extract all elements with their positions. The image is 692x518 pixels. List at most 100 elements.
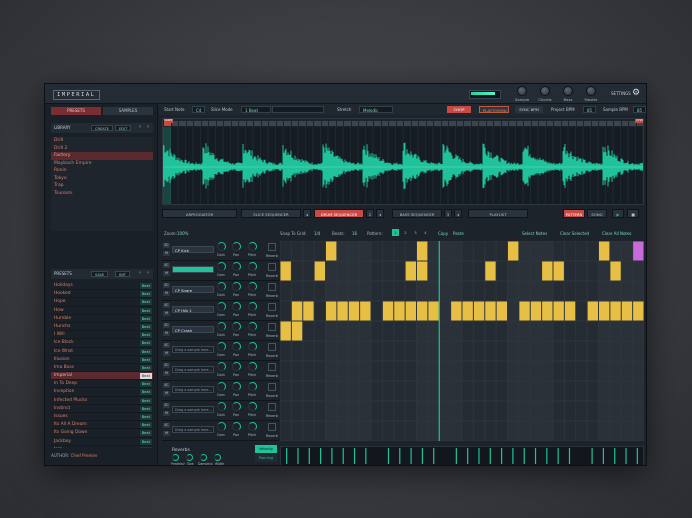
note-cell[interactable]: [542, 341, 553, 361]
note-cell[interactable]: [439, 381, 451, 401]
note-cell[interactable]: [621, 381, 633, 401]
note-cell[interactable]: [314, 401, 325, 421]
note-cell[interactable]: [564, 421, 576, 441]
velocity-bar[interactable]: [534, 448, 537, 464]
note-cell[interactable]: [348, 261, 360, 281]
library-item[interactable]: Trap: [51, 182, 153, 190]
library-item[interactable]: Tsunami: [51, 190, 153, 198]
note-cell[interactable]: [576, 381, 587, 401]
pattern-1-button[interactable]: 1: [392, 229, 399, 236]
preset-item[interactable]: I Will Beat: [51, 331, 153, 340]
note-cell[interactable]: [462, 241, 473, 261]
note-cell[interactable]: [405, 241, 416, 261]
velocity-bar[interactable]: [478, 448, 480, 464]
note-cell[interactable]: [576, 341, 587, 361]
slice-marker[interactable]: [576, 121, 583, 126]
tab-bass-sequencer[interactable]: BASS SEQUENCER: [392, 209, 442, 218]
note-cell[interactable]: [576, 301, 587, 321]
preset-item[interactable]: In To Deep Beat: [51, 380, 153, 389]
slice-marker[interactable]: [269, 121, 276, 126]
slice-marker[interactable]: [306, 121, 313, 126]
slice-marker[interactable]: [246, 121, 253, 126]
note-cell[interactable]: [633, 261, 644, 281]
tab-slice-sequencer[interactable]: SLICE SEQUENCER: [241, 209, 301, 218]
note-cell[interactable]: [439, 301, 451, 321]
note-cell[interactable]: [291, 241, 303, 261]
note-cell[interactable]: [610, 401, 621, 421]
preset-item[interactable]: Its All A Dream Beat: [51, 421, 153, 430]
solo-button[interactable]: SC: [163, 403, 170, 408]
note-cell[interactable]: [587, 421, 598, 441]
slice-mode-select[interactable]: 1 Beat: [241, 106, 271, 113]
slice-marker[interactable]: [359, 121, 366, 126]
slice-marker[interactable]: [426, 121, 433, 126]
preset-item[interactable]: Hope Beat: [51, 298, 153, 307]
note-cell[interactable]: [337, 261, 348, 281]
note-cell[interactable]: [291, 261, 303, 281]
note-cell[interactable]: [417, 281, 428, 301]
note-cell-on[interactable]: [382, 301, 394, 321]
slice-marker[interactable]: [201, 121, 208, 126]
note-cell[interactable]: [496, 261, 507, 281]
velocity-bar[interactable]: [387, 448, 390, 464]
note-cell-on[interactable]: [428, 301, 439, 321]
note-cell[interactable]: [599, 261, 610, 281]
sample-slot[interactable]: CP Crash: [172, 326, 214, 333]
velocity-bar[interactable]: [523, 448, 525, 464]
slice-marker[interactable]: [291, 121, 298, 126]
gain-knob[interactable]: [217, 382, 226, 391]
velocity-bar[interactable]: [297, 448, 299, 464]
note-cell[interactable]: [360, 261, 371, 281]
note-cell-on[interactable]: [621, 301, 633, 321]
library-edit-button[interactable]: EDIT: [115, 124, 132, 131]
note-cell[interactable]: [485, 341, 496, 361]
sample-slot[interactable]: Drag a sample here...: [172, 426, 214, 433]
drum-number[interactable]: 2: [366, 209, 374, 218]
note-cell[interactable]: [473, 341, 485, 361]
note-cell[interactable]: [587, 341, 598, 361]
velocity-bar[interactable]: [365, 448, 367, 464]
note-cell[interactable]: [542, 401, 553, 421]
select-notes-button[interactable]: Select Notes: [522, 231, 547, 236]
note-cell[interactable]: [451, 261, 462, 281]
slice-marker[interactable]: [329, 121, 336, 126]
tab-samples[interactable]: SAMPLES: [103, 107, 153, 115]
slice-marker[interactable]: [351, 121, 358, 126]
note-cell-on[interactable]: [326, 301, 337, 321]
solo-button[interactable]: SC: [163, 363, 170, 368]
note-cell[interactable]: [553, 341, 564, 361]
pattern-4-button[interactable]: 4: [422, 229, 429, 236]
note-cell[interactable]: [633, 381, 644, 401]
note-cell[interactable]: [371, 381, 382, 401]
velocity-bar[interactable]: [546, 448, 548, 464]
gain-knob[interactable]: [217, 302, 226, 311]
note-cell[interactable]: [553, 241, 564, 261]
note-cell[interactable]: [348, 281, 360, 301]
note-cell[interactable]: [462, 321, 473, 341]
note-cell[interactable]: [360, 321, 371, 341]
velocity-bar[interactable]: [342, 448, 344, 464]
note-cell-on[interactable]: [280, 261, 291, 281]
note-cell[interactable]: [519, 381, 530, 401]
note-cell[interactable]: [382, 361, 394, 381]
pitch-knob[interactable]: [248, 342, 257, 351]
speaker-icon[interactable]: ◂: [376, 209, 384, 218]
predelay-knob[interactable]: [172, 454, 179, 461]
gain-knob[interactable]: [217, 242, 226, 251]
note-cell-on[interactable]: [485, 301, 496, 321]
note-cell[interactable]: [303, 321, 314, 341]
preset-item[interactable]: Inception Beat: [51, 388, 153, 397]
note-cell-on[interactable]: [417, 261, 428, 281]
note-cell[interactable]: [576, 401, 587, 421]
note-cell[interactable]: [371, 301, 382, 321]
note-cell-on[interactable]: [417, 241, 428, 261]
slice-marker[interactable]: [389, 121, 396, 126]
note-cell-on[interactable]: [405, 261, 416, 281]
slice-marker[interactable]: [599, 121, 606, 126]
sample-slot[interactable]: [172, 266, 214, 273]
note-cell[interactable]: [314, 421, 325, 441]
note-cell[interactable]: [530, 321, 542, 341]
song-mode-button[interactable]: SONG: [587, 209, 607, 218]
mute-button[interactable]: M: [163, 371, 170, 376]
note-cell[interactable]: [473, 361, 485, 381]
